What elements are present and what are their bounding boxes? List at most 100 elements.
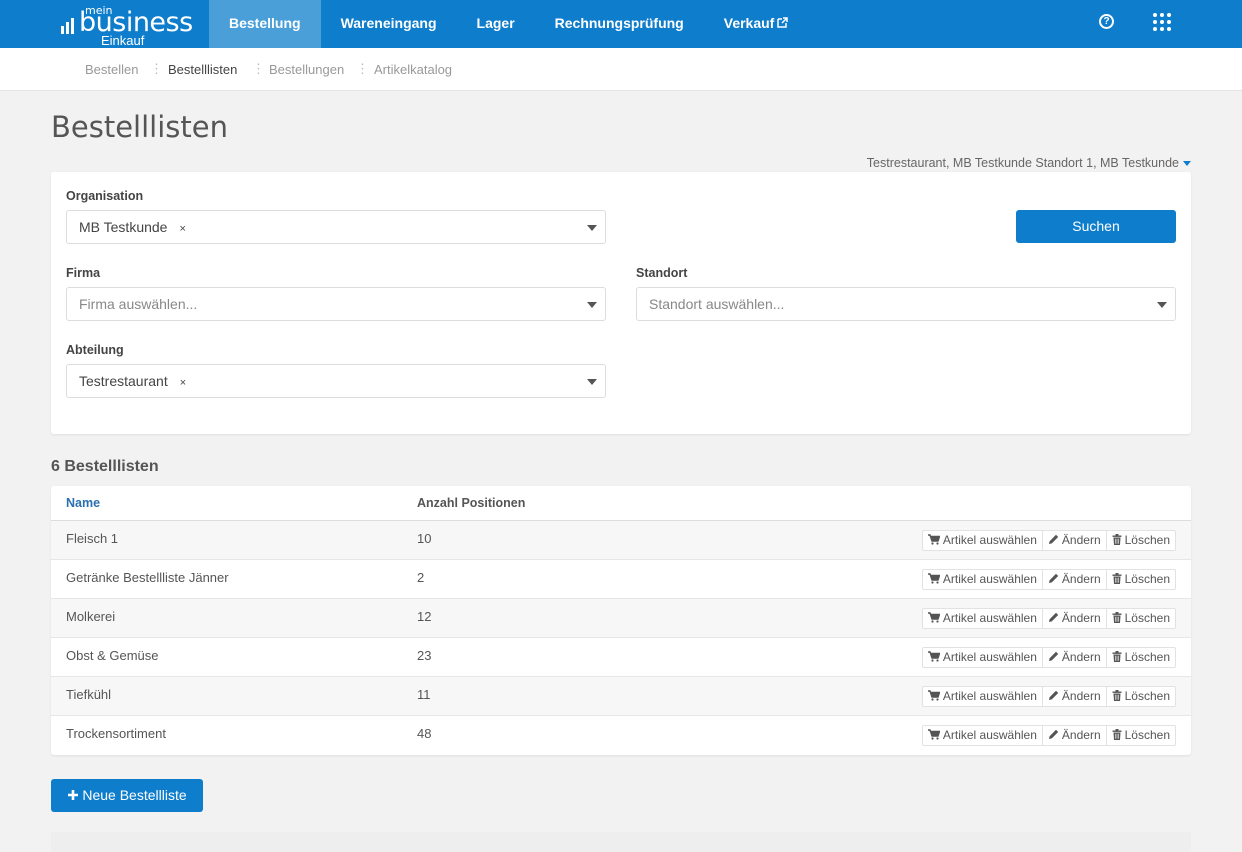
new-order-list-label: Neue Bestellliste — [82, 787, 187, 803]
edit-button[interactable]: Ändern — [1043, 726, 1107, 745]
table-row: Fleisch 1 10 Artikel auswählen Ändern Lösche… — [51, 521, 1191, 560]
edit-label: Ändern — [1061, 728, 1101, 742]
nav-item-label: Bestellung — [229, 15, 301, 31]
external-link-icon — [777, 1, 789, 47]
plus-icon — [67, 780, 79, 812]
nav-item-label: Rechnungsprüfung — [554, 15, 684, 31]
nav-item-label: Wareneingang — [340, 15, 437, 31]
delete-button[interactable]: Löschen — [1107, 726, 1175, 745]
row-count: 10 — [417, 531, 432, 546]
select-items-label: Artikel auswählen — [942, 533, 1037, 547]
delete-button[interactable]: Löschen — [1107, 648, 1175, 667]
standort-placeholder: Standort auswählen... — [649, 296, 785, 312]
select-items-label: Artikel auswählen — [942, 611, 1037, 625]
column-header-count: Anzahl Positionen — [417, 496, 526, 510]
select-items-label: Artikel auswählen — [942, 572, 1037, 586]
row-actions: Artikel auswählen Ändern Löschen — [921, 569, 1176, 590]
standort-select[interactable]: Standort auswählen... — [636, 287, 1176, 321]
organisation-select[interactable]: MB Testkunde × — [66, 210, 606, 244]
standort-label: Standort — [636, 266, 688, 280]
select-items-button[interactable]: Artikel auswählen — [923, 570, 1043, 589]
page-title: Bestelllisten — [51, 110, 228, 144]
main-nav: Bestellung Wareneingang Lager Rechnungsp… — [209, 0, 808, 48]
caret-down-icon — [1183, 161, 1191, 167]
dropdown-arrow-icon — [587, 379, 597, 385]
row-name: Tiefkühl — [66, 687, 112, 702]
delete-button[interactable]: Löschen — [1107, 531, 1175, 550]
abteilung-value: Testrestaurant — [79, 373, 168, 389]
row-actions: Artikel auswählen Ändern Löschen — [921, 647, 1176, 668]
subnav-item-artikelkatalog[interactable]: Artikelkatalog — [374, 62, 452, 77]
edit-button[interactable]: Ändern — [1043, 570, 1107, 589]
nav-item-label: Verkauf — [723, 15, 775, 31]
shopping-cart-icon — [927, 571, 941, 589]
abteilung-value-wrap: Testrestaurant × — [79, 373, 186, 389]
filter-panel: Organisation MB Testkunde × Suchen Firma … — [51, 172, 1191, 434]
nav-item-verkauf[interactable]: Verkauf — [704, 0, 809, 48]
delete-label: Löschen — [1124, 611, 1170, 625]
nav-item-lager[interactable]: Lager — [457, 0, 535, 48]
nav-item-label: Lager — [476, 15, 515, 31]
delete-label: Löschen — [1124, 689, 1170, 703]
clear-abteilung-icon[interactable]: × — [180, 377, 186, 389]
nav-item-wareneingang[interactable]: Wareneingang — [321, 0, 457, 48]
row-name: Obst & Gemüse — [66, 648, 159, 663]
pencil-icon — [1048, 727, 1059, 745]
select-items-button[interactable]: Artikel auswählen — [923, 531, 1043, 550]
edit-label: Ändern — [1061, 650, 1101, 664]
select-items-button[interactable]: Artikel auswählen — [923, 648, 1043, 667]
table-row: Getränke Bestellliste Jänner 2 Artikel aus… — [51, 560, 1191, 599]
firma-select[interactable]: Firma auswählen... — [66, 287, 606, 321]
table-body: Fleisch 1 10 Artikel auswählen Ändern Lösche… — [51, 521, 1191, 755]
edit-button[interactable]: Ändern — [1043, 648, 1107, 667]
clear-organisation-icon[interactable]: × — [179, 223, 185, 235]
row-actions: Artikel auswählen Ändern Löschen — [921, 725, 1176, 746]
top-navigation-bar: mein business Einkauf Bestellung Warenei… — [0, 0, 1242, 52]
row-actions: Artikel auswählen Ändern Löschen — [921, 686, 1176, 707]
nav-item-rechnungspruefung[interactable]: Rechnungsprüfung — [535, 0, 704, 48]
logo-bars-icon — [61, 18, 81, 34]
row-actions: Artikel auswählen Ändern Löschen — [921, 530, 1176, 551]
row-name: Getränke Bestellliste Jänner — [66, 570, 229, 585]
column-header-name[interactable]: Name — [66, 496, 100, 510]
footer-panel-edge — [51, 832, 1191, 852]
trash-icon — [1112, 727, 1122, 745]
new-order-list-button[interactable]: Neue Bestellliste — [51, 779, 203, 812]
question-circle-icon[interactable]: ? — [1099, 14, 1114, 29]
trash-icon — [1112, 571, 1122, 589]
sub-navigation: Bestellen ⋮ Bestelllisten ⋮ Bestellungen… — [0, 48, 1242, 91]
select-items-button[interactable]: Artikel auswählen — [923, 687, 1043, 706]
subnav-separator: ⋮ — [252, 61, 265, 76]
edit-button[interactable]: Ändern — [1043, 609, 1107, 628]
dropdown-arrow-icon — [587, 225, 597, 231]
edit-label: Ändern — [1061, 689, 1101, 703]
edit-button[interactable]: Ändern — [1043, 687, 1107, 706]
search-button[interactable]: Suchen — [1016, 210, 1176, 243]
context-selector[interactable]: Testrestaurant, MB Testkunde Standort 1,… — [867, 156, 1191, 170]
order-lists-table: Name Anzahl Positionen Fleisch 1 10 Artike… — [51, 486, 1191, 755]
delete-label: Löschen — [1124, 572, 1170, 586]
shopping-cart-icon — [927, 532, 941, 550]
brand-logo[interactable]: mein business Einkauf — [58, 4, 193, 52]
trash-icon — [1112, 688, 1122, 706]
subnav-item-bestellungen[interactable]: Bestellungen — [269, 62, 344, 77]
edit-button[interactable]: Ändern — [1043, 531, 1107, 550]
row-count: 23 — [417, 648, 432, 663]
abteilung-select[interactable]: Testrestaurant × — [66, 364, 606, 398]
subnav-item-bestellen[interactable]: Bestellen — [85, 62, 138, 77]
trash-icon — [1112, 532, 1122, 550]
delete-button[interactable]: Löschen — [1107, 687, 1175, 706]
select-items-label: Artikel auswählen — [942, 728, 1037, 742]
grid-apps-icon[interactable] — [1153, 13, 1171, 31]
firma-placeholder: Firma auswählen... — [79, 296, 198, 312]
trash-icon — [1112, 610, 1122, 628]
nav-item-bestellung[interactable]: Bestellung — [209, 0, 321, 48]
dropdown-arrow-icon — [587, 302, 597, 308]
subnav-item-bestelllisten[interactable]: Bestelllisten — [168, 62, 237, 77]
table-row: Molkerei 12 Artikel auswählen Ändern Löschen — [51, 599, 1191, 638]
select-items-button[interactable]: Artikel auswählen — [923, 726, 1043, 745]
select-items-button[interactable]: Artikel auswählen — [923, 609, 1043, 628]
delete-button[interactable]: Löschen — [1107, 609, 1175, 628]
row-count: 48 — [417, 726, 432, 741]
delete-button[interactable]: Löschen — [1107, 570, 1175, 589]
